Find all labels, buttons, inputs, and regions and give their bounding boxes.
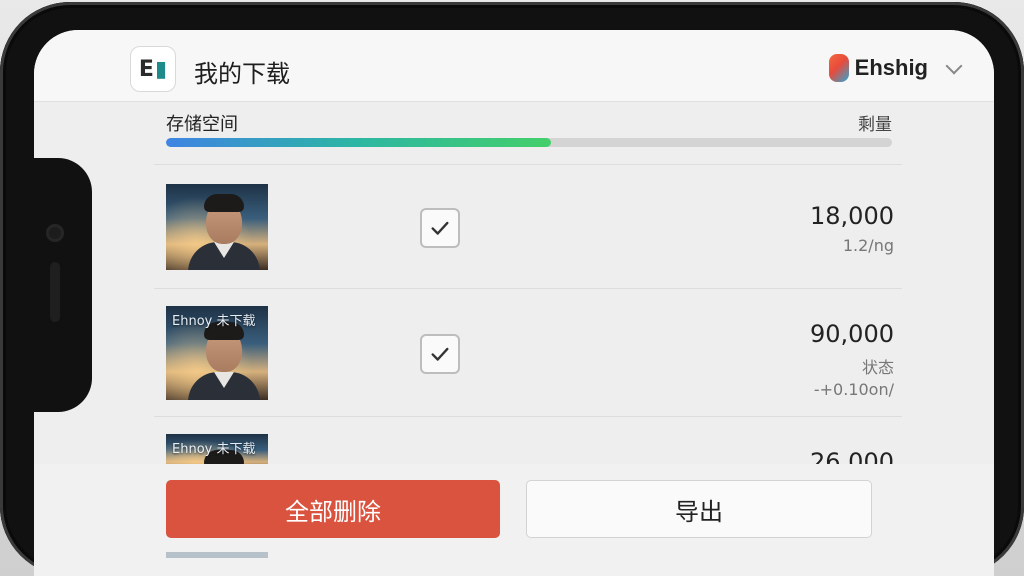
- app-logo-letter: E: [138, 56, 154, 82]
- storage-remaining-label: 剩量: [858, 115, 892, 135]
- checkmark-icon: [431, 221, 449, 235]
- thumbnail-caption: Ehnoy 未下载: [172, 442, 256, 457]
- item-value: 90,000: [810, 320, 894, 348]
- speaker-grille: [50, 262, 60, 322]
- item-status-text: 状态: [861, 358, 894, 377]
- chevron-down-icon: [945, 57, 963, 75]
- storage-label: 存储空间: [166, 114, 238, 135]
- account-switcher[interactable]: Ehshig: [828, 52, 963, 84]
- app-header: E ▮ 我的下载 Ehshig: [34, 30, 994, 102]
- account-name: Ehshig: [854, 55, 928, 80]
- item-checkbox[interactable]: [420, 334, 460, 374]
- video-thumbnail[interactable]: [166, 184, 268, 270]
- device-background: E ▮ 我的下载 Ehshig 存储空间 剩量 18,000 1.2/ng Eh…: [0, 0, 1024, 576]
- next-thumbnail-peek: [166, 552, 268, 558]
- delete-all-button[interactable]: 全部删除: [166, 480, 500, 538]
- thumbnail-caption: Ehnoy 未下载: [172, 314, 256, 329]
- divider: [154, 288, 902, 289]
- storage-progress-bar: [166, 138, 892, 147]
- divider: [154, 164, 902, 165]
- page-title: 我的下载: [194, 60, 290, 88]
- item-sub-text: -+0.10on/: [813, 380, 894, 399]
- app-logo-icon: E ▮: [130, 46, 176, 92]
- item-sub-text: 1.2/ng: [842, 236, 894, 255]
- phone-notch: [34, 158, 92, 412]
- item-value: 18,000: [810, 202, 894, 230]
- account-brand-icon: [828, 54, 849, 82]
- item-checkbox[interactable]: [420, 208, 460, 248]
- export-button[interactable]: 导出: [526, 480, 872, 538]
- divider: [154, 416, 902, 417]
- video-thumbnail[interactable]: Ehnoy 未下载: [166, 306, 268, 400]
- app-screen: E ▮ 我的下载 Ehshig 存储空间 剩量 18,000 1.2/ng Eh…: [34, 30, 994, 576]
- storage-progress-fill: [166, 138, 551, 147]
- camera-icon: [46, 224, 64, 242]
- checkmark-icon: [431, 347, 449, 361]
